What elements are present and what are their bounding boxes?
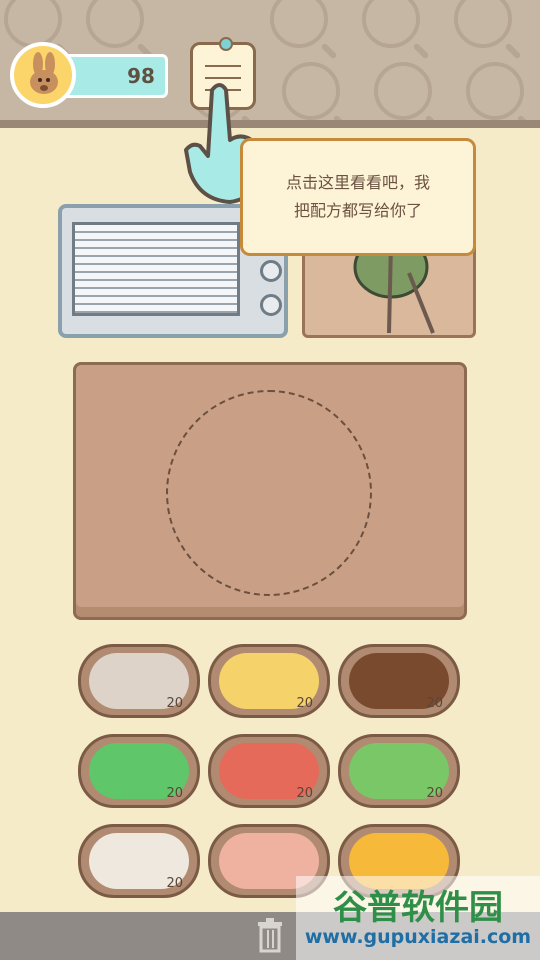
kangaroo-avatar-icon[interactable]	[10, 42, 76, 108]
pan-pattern-icon	[374, 62, 432, 120]
watermark: 谷普软件园 www.gupuxiazai.com	[296, 876, 540, 960]
pan-pattern-icon	[282, 62, 340, 120]
ingredient-bowl-peas[interactable]: 20	[338, 734, 460, 808]
trash-icon[interactable]	[254, 918, 286, 954]
ingredient-bowl-tomato[interactable]: 20	[208, 734, 330, 808]
note-line	[205, 65, 241, 67]
pan-pattern-icon	[466, 62, 524, 120]
coin-counter: 98	[10, 42, 168, 108]
ingredient-count: 20	[166, 876, 183, 891]
ingredient-bowl-mushrooms-white[interactable]: 20	[78, 824, 200, 898]
pan-pattern-icon	[454, 0, 512, 48]
coin-value: 98	[127, 64, 155, 88]
ingredient-count: 20	[426, 696, 443, 711]
ingredient-count: 20	[426, 786, 443, 801]
oven-window	[72, 222, 240, 316]
pizza-placement-ring[interactable]	[166, 390, 372, 596]
ingredient-bowl-dough[interactable]: 20	[78, 644, 200, 718]
ingredient-count: 20	[296, 786, 313, 801]
ingredient-bowl-lettuce[interactable]: 20	[78, 734, 200, 808]
ingredient-bowl-mushrooms-brown[interactable]: 20	[338, 644, 460, 718]
tooltip-line: 点击这里看看吧，我	[285, 173, 430, 192]
oven-knob	[260, 294, 282, 316]
pan-pattern-icon	[86, 0, 144, 48]
ingredient-count: 20	[166, 696, 183, 711]
watermark-title: 谷普软件园	[333, 888, 503, 928]
tooltip-line: 把配方都写给你了	[293, 201, 422, 220]
pan-pattern-icon	[270, 0, 328, 48]
ingredient-count: 20	[296, 696, 313, 711]
watermark-url: www.gupuxiazai.com	[304, 926, 532, 948]
pin-icon	[219, 37, 233, 51]
pan-pattern-icon	[4, 0, 62, 48]
oven-knob	[260, 260, 282, 282]
pan-pattern-icon	[362, 0, 420, 48]
ingredient-count: 20	[166, 786, 183, 801]
ingredient-bowl-cheese[interactable]: 20	[208, 644, 330, 718]
note-line	[205, 77, 241, 79]
tutorial-tooltip: 点击这里看看吧，我 把配方都写给你了	[240, 138, 476, 256]
